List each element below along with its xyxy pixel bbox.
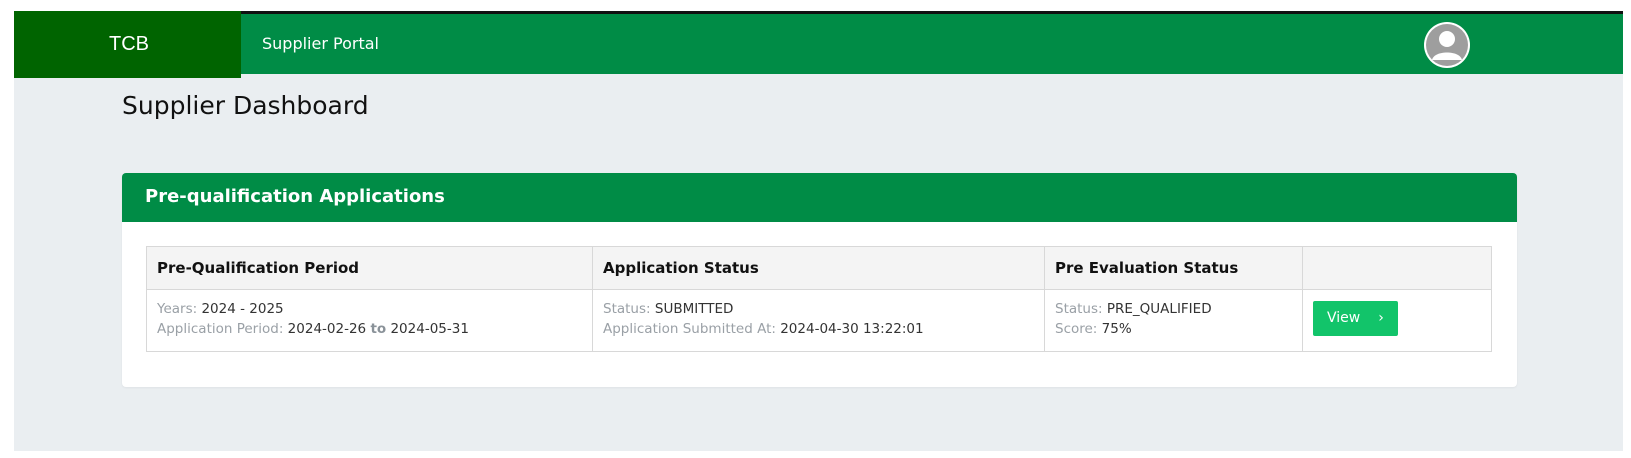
card-title: Pre-qualification Applications (122, 173, 1517, 222)
status-label: Status: (603, 301, 651, 317)
user-avatar-icon[interactable] (1424, 22, 1470, 68)
period-cell: Years: 2024 - 2025 Application Period: 2… (146, 289, 593, 352)
years-line: Years: 2024 - 2025 (157, 299, 582, 319)
submitted-at-value: 2024-04-30 13:22:01 (780, 321, 924, 337)
years-label: Years: (157, 301, 198, 317)
portal-title[interactable]: Supplier Portal (262, 34, 379, 53)
submitted-at-label: Application Submitted At: (603, 321, 776, 337)
actions-cell: View › (1302, 289, 1492, 352)
table-header-row: Pre-Qualification Period Application Sta… (146, 246, 1492, 290)
submitted-at-line: Application Submitted At: 2024-04-30 13:… (603, 319, 1034, 339)
eval-status-label: Status: (1055, 301, 1103, 317)
score-label: Score: (1055, 321, 1098, 337)
top-navbar: TCB Supplier Portal (14, 11, 1623, 78)
eval-status-value: PRE_QUALIFIED (1106, 301, 1212, 317)
application-period-start: 2024-02-26 (287, 321, 367, 337)
applications-table: Pre-Qualification Period Application Sta… (146, 246, 1492, 352)
column-header-actions (1302, 246, 1492, 290)
chevron-right-icon: › (1378, 310, 1384, 326)
score-line: Score: 75% (1055, 319, 1292, 339)
application-period-label: Application Period: (157, 321, 284, 337)
pre-evaluation-status-cell: Status: PRE_QUALIFIED Score: 75% (1044, 289, 1303, 352)
column-header-period: Pre-Qualification Period (146, 246, 593, 290)
score-value: 75% (1101, 321, 1132, 337)
table-row: Years: 2024 - 2025 Application Period: 2… (146, 289, 1492, 352)
app-frame: TCB Supplier Portal Supplier Dashboard P… (14, 11, 1623, 451)
application-period-end: 2024-05-31 (390, 321, 469, 337)
years-value: 2024 - 2025 (201, 301, 284, 317)
prequalification-card: Pre-qualification Applications Pre-Quali… (122, 173, 1517, 387)
status-value: SUBMITTED (654, 301, 734, 317)
view-button-label: View (1327, 310, 1361, 326)
status-line: Status: SUBMITTED (603, 299, 1034, 319)
eval-status-line: Status: PRE_QUALIFIED (1055, 299, 1292, 319)
column-header-application-status: Application Status (592, 246, 1045, 290)
application-period-to: to (370, 321, 387, 337)
application-status-cell: Status: SUBMITTED Application Submitted … (592, 289, 1045, 352)
application-period-line: Application Period: 2024-02-26 to 2024-0… (157, 319, 582, 339)
column-header-pre-evaluation-status: Pre Evaluation Status (1044, 246, 1303, 290)
view-button[interactable]: View › (1313, 301, 1398, 336)
page-title: Supplier Dashboard (122, 91, 369, 120)
brand-logo[interactable]: TCB (14, 11, 241, 78)
